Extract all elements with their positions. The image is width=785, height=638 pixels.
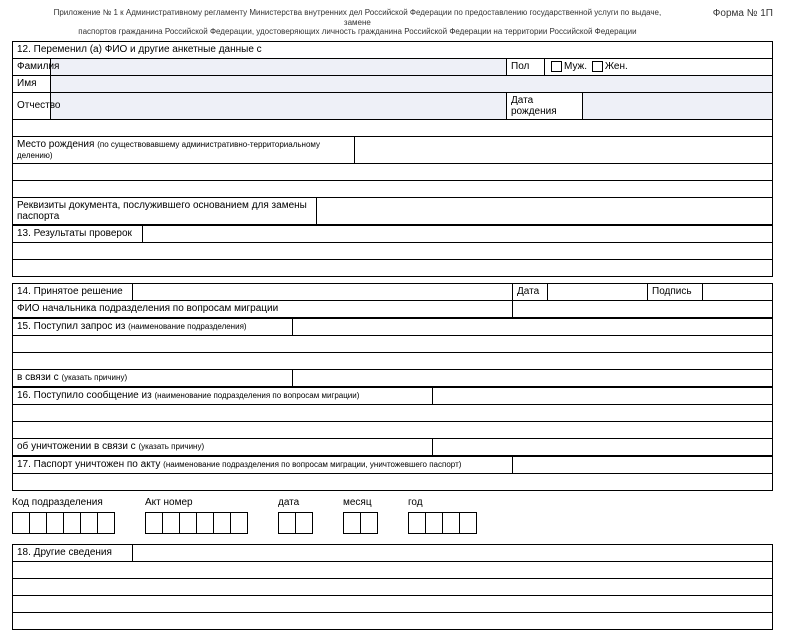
section-16-table: 16. Поступило сообщение из (наименование… (12, 387, 773, 456)
code-boxes-row: Код подразделения Акт номер дата месяц г… (12, 497, 773, 534)
section-13-title: 13. Результаты проверок (13, 225, 143, 242)
date-boxes[interactable] (278, 512, 313, 534)
results-row2[interactable] (13, 242, 773, 259)
dob-input[interactable] (583, 92, 773, 119)
form-number: Форма № 1П (703, 8, 773, 37)
decision-input[interactable] (133, 283, 513, 300)
message-row2[interactable] (13, 404, 773, 421)
connection-input[interactable] (293, 369, 773, 386)
dept-code-label: Код подразделения (12, 497, 115, 508)
destroy-text: об уничтожении в связи с (17, 441, 136, 452)
male-checkbox[interactable] (551, 61, 562, 72)
year-box-label: год (408, 497, 477, 508)
section-14-table: 14. Принятое решение Дата Подпись ФИО на… (12, 283, 773, 318)
fio-head-input[interactable] (513, 300, 773, 317)
name-input[interactable] (51, 75, 773, 92)
destroy-label: об уничтожении в связи с (указать причин… (13, 438, 433, 455)
dept-code-group: Код подразделения (12, 497, 115, 534)
month-boxes[interactable] (343, 512, 378, 534)
patronymic-input[interactable] (51, 92, 507, 119)
regulation-line1: Приложение № 1 к Административному регла… (54, 8, 662, 27)
sec16-text: 16. Поступило сообщение из (17, 390, 152, 401)
request-row2[interactable] (13, 335, 773, 352)
male-label: Муж. (564, 61, 587, 72)
year-group: год (408, 497, 477, 534)
sec15-note: (наименование подразделения) (128, 322, 246, 331)
date-label: Дата (513, 283, 548, 300)
connection-text: в связи с (17, 372, 59, 383)
date-group: дата (278, 497, 313, 534)
female-checkbox[interactable] (592, 61, 603, 72)
section-17-title: 17. Паспорт уничтожен по акту (наименова… (13, 456, 513, 473)
dob-label: Дата рождения (507, 92, 583, 119)
act-no-boxes[interactable] (145, 512, 248, 534)
month-box-label: месяц (343, 497, 378, 508)
sec17-text: 17. Паспорт уничтожен по акту (17, 459, 160, 470)
section-14-title: 14. Принятое решение (13, 283, 133, 300)
other-row2[interactable] (13, 561, 773, 578)
regulation-line2: паспортов гражданина Российской Федераци… (78, 27, 636, 36)
sign-input[interactable] (703, 283, 773, 300)
section-15-title: 15. Поступил запрос из (наименование под… (13, 318, 293, 335)
section-15-table: 15. Поступил запрос из (наименование под… (12, 318, 773, 387)
dept-code-boxes[interactable] (12, 512, 115, 534)
doc-info-input[interactable] (317, 197, 773, 224)
other-row4[interactable] (13, 595, 773, 612)
date-box-label: дата (278, 497, 313, 508)
birthplace-row2[interactable] (13, 163, 773, 180)
destroyed-act-input[interactable] (513, 456, 773, 473)
patronymic-label: Отчество (13, 92, 51, 119)
destroy-note: (указать причину) (138, 442, 204, 451)
act-no-label: Акт номер (145, 497, 248, 508)
results-input[interactable] (143, 225, 773, 242)
header: Приложение № 1 к Административному регла… (12, 8, 773, 37)
act-no-group: Акт номер (145, 497, 248, 534)
message-from-input[interactable] (433, 387, 773, 404)
regulation-text: Приложение № 1 к Административному регла… (12, 8, 703, 37)
year-boxes[interactable] (408, 512, 477, 534)
birthplace-text: Место рождения (17, 139, 94, 150)
birthplace-label: Место рождения (по существовавшему админ… (13, 136, 355, 163)
request-from-input[interactable] (293, 318, 773, 335)
surname-label: Фамилия (13, 58, 51, 75)
destroy-input[interactable] (433, 438, 773, 455)
name-label: Имя (13, 75, 51, 92)
fio-head-label: ФИО начальника подразделения по вопросам… (13, 300, 513, 317)
section-18-title: 18. Другие сведения (13, 544, 133, 561)
results-row3[interactable] (13, 259, 773, 276)
section-12-table: 12. Переменил (а) ФИО и другие анкетные … (12, 41, 773, 225)
sex-label: Пол (507, 58, 545, 75)
section-18-table: 18. Другие сведения (12, 544, 773, 630)
sex-options: Муж. Жен. (545, 58, 773, 75)
other-info-input[interactable] (133, 544, 773, 561)
fio-head-text: ФИО начальника подразделения по вопросам… (17, 303, 278, 314)
sign-label: Подпись (648, 283, 703, 300)
sec15-text: 15. Поступил запрос из (17, 321, 125, 332)
sec16-note: (наименование подразделения по вопросам … (154, 391, 359, 400)
destroyed-row2[interactable] (13, 473, 773, 490)
surname-input[interactable] (51, 58, 507, 75)
section-16-title: 16. Поступило сообщение из (наименование… (13, 387, 433, 404)
section-17-table: 17. Паспорт уничтожен по акту (наименова… (12, 456, 773, 491)
doc-info-label: Реквизиты документа, послужившего основа… (13, 197, 317, 224)
month-group: месяц (343, 497, 378, 534)
other-row3[interactable] (13, 578, 773, 595)
section-13-table: 13. Результаты проверок (12, 225, 773, 277)
section-12-title: 12. Переменил (а) ФИО и другие анкетные … (13, 41, 773, 58)
sec17-note: (наименование подразделения по вопросам … (163, 460, 461, 469)
date-input[interactable] (548, 283, 648, 300)
connection-label: в связи с (указать причину) (13, 369, 293, 386)
female-label: Жен. (605, 61, 628, 72)
connection-note: (указать причину) (61, 373, 127, 382)
birthplace-input[interactable] (355, 136, 773, 163)
other-row5[interactable] (13, 612, 773, 629)
